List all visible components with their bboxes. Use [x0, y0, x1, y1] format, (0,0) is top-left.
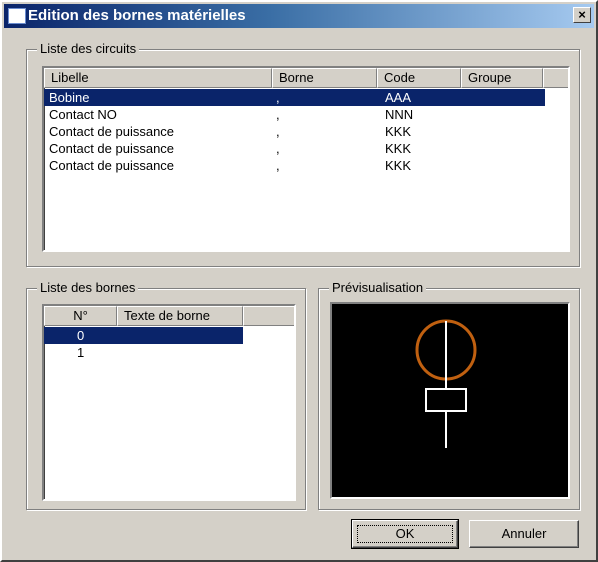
circuit-cell-code: KKK — [385, 158, 412, 173]
dialog-window: Edition des bornes matérielles × Liste d… — [0, 0, 598, 562]
preview-canvas — [330, 302, 570, 499]
circuit-row[interactable]: Contact NO, NNN — [44, 106, 545, 123]
circuit-cell-code: KKK — [385, 124, 412, 139]
column-header-code[interactable]: Code — [377, 68, 461, 88]
column-header-numero[interactable]: N° — [44, 306, 117, 326]
column-header-filler — [243, 306, 294, 326]
bornes-list[interactable]: N° Texte de borne 0 1 — [42, 304, 296, 501]
circuit-cell-libelle: Contact de puissance — [49, 141, 175, 156]
circuits-legend: Liste des circuits — [37, 41, 140, 56]
window-icon — [8, 8, 26, 24]
bornes-legend: Liste des bornes — [37, 280, 139, 295]
window-title: Edition des bornes matérielles — [28, 7, 246, 24]
ok-button-label: OK — [395, 526, 415, 541]
circuit-cell-borne: , — [276, 107, 280, 122]
column-header-groupe[interactable]: Groupe — [461, 68, 543, 88]
circuit-cell-code: AAA — [385, 90, 412, 105]
circuit-cell-libelle: Contact de puissance — [49, 124, 175, 139]
circuit-row[interactable]: Contact de puissance, KKK — [44, 140, 545, 157]
preview-group: Prévisualisation — [318, 280, 580, 510]
circuit-row[interactable]: Contact de puissance, KKK — [44, 123, 545, 140]
preview-symbol — [415, 319, 477, 448]
column-header-borne[interactable]: Borne — [272, 68, 377, 88]
circuit-row[interactable]: Contact de puissance, KKK — [44, 157, 545, 174]
circuit-cell-borne: , — [276, 90, 280, 105]
column-header-filler — [543, 68, 568, 88]
title-bar[interactable]: Edition des bornes matérielles × — [4, 4, 594, 28]
column-header-texte-borne[interactable]: Texte de borne — [117, 306, 243, 326]
cancel-button[interactable]: Annuler — [469, 520, 579, 548]
circuit-cell-borne: , — [276, 158, 280, 173]
circuit-cell-code: NNN — [385, 107, 414, 122]
coil-rectangle — [425, 388, 467, 412]
circuits-group: Liste des circuits Libelle Borne Code Gr… — [26, 41, 580, 267]
circuit-cell-code: KKK — [385, 141, 412, 156]
circuit-cell-libelle: Contact NO — [49, 107, 117, 122]
bornes-group: Liste des bornes N° Texte de borne 0 1 — [26, 280, 306, 510]
borne-cell-numero: 1 — [77, 345, 85, 360]
circuit-cell-borne: , — [276, 141, 280, 156]
borne-row[interactable]: 1 — [44, 344, 243, 361]
preview-legend: Prévisualisation — [329, 280, 427, 295]
ok-button[interactable]: OK — [351, 519, 459, 549]
circuit-cell-libelle: Contact de puissance — [49, 158, 175, 173]
borne-cell-numero: 0 — [77, 328, 85, 343]
circuits-list[interactable]: Libelle Borne Code Groupe Bobine, AAA Cont… — [42, 66, 570, 252]
column-header-libelle[interactable]: Libelle — [44, 68, 272, 88]
circuit-cell-borne: , — [276, 124, 280, 139]
circuit-row[interactable]: Bobine, AAA — [44, 89, 545, 106]
circuit-cell-libelle: Bobine — [49, 90, 90, 105]
close-button[interactable]: × — [573, 7, 591, 23]
borne-row[interactable]: 0 — [44, 327, 243, 344]
